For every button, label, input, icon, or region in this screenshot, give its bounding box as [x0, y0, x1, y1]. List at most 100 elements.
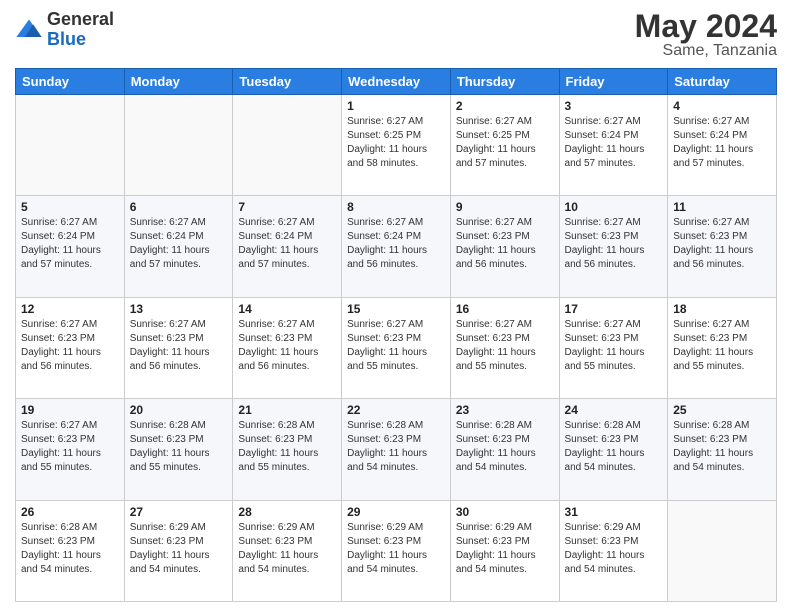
table-row: 21Sunrise: 6:28 AM Sunset: 6:23 PM Dayli…: [233, 399, 342, 500]
table-row: 28 Sunrise: 6:29 AM Sunset: 6:23 PM Dayli…: [233, 500, 342, 601]
day-info: Sunrise: 6:29 AM Sunset: 6:23 PM Dayligh…: [347, 521, 445, 577]
table-row: 25Sunrise: 6:28 AM Sunset: 6:23 PM Dayli…: [668, 399, 777, 500]
logo-icon: [15, 16, 43, 44]
logo-general: General: [47, 9, 114, 29]
day-info: Sunrise: 6:28 AM Sunset: 6:23 PM Dayligh…: [347, 419, 445, 475]
table-row: 18 Sunrise: 6:27 AM Sunset: 6:23 PM Dayli…: [668, 297, 777, 398]
day-info: Sunrise: 6:27 AM Sunset: 6:23 PM Dayligh…: [21, 318, 119, 374]
day-info: Sunrise: 6:27 AM Sunset: 6:23 PM Dayligh…: [130, 318, 228, 374]
day-info: Sunrise: 6:28 AM Sunset: 6:23 PM Dayligh…: [565, 419, 663, 475]
day-number: 31: [565, 505, 663, 519]
table-row: 12 Sunrise: 6:27 AM Sunset: 6:23 PM Dayli…: [16, 297, 125, 398]
day-info: Sunrise: 6:27 AM Sunset: 6:23 PM Dayligh…: [21, 419, 119, 475]
day-number: 7: [238, 200, 336, 214]
table-row: 4Sunrise: 6:27 AM Sunset: 6:24 PM Daylig…: [668, 95, 777, 196]
day-info: Sunrise: 6:28 AM Sunset: 6:23 PM Dayligh…: [21, 521, 119, 577]
day-info: Sunrise: 6:27 AM Sunset: 6:24 PM Dayligh…: [565, 115, 663, 171]
day-number: 1: [347, 99, 445, 113]
day-number: 21: [238, 403, 336, 417]
day-info: Sunrise: 6:27 AM Sunset: 6:25 PM Dayligh…: [347, 115, 445, 171]
week-row-1: 1 Sunrise: 6:27 AM Sunset: 6:25 PM Daylig…: [16, 95, 777, 196]
day-number: 14: [238, 302, 336, 316]
table-row: 16Sunrise: 6:27 AM Sunset: 6:23 PM Dayli…: [450, 297, 559, 398]
day-number: 23: [456, 403, 554, 417]
table-row: [668, 500, 777, 601]
day-info: Sunrise: 6:27 AM Sunset: 6:23 PM Dayligh…: [565, 318, 663, 374]
col-thursday: Thursday: [450, 69, 559, 95]
day-number: 17: [565, 302, 663, 316]
day-number: 5: [21, 200, 119, 214]
day-info: Sunrise: 6:27 AM Sunset: 6:23 PM Dayligh…: [565, 216, 663, 272]
logo: General Blue: [15, 10, 114, 50]
table-row: [233, 95, 342, 196]
table-row: [124, 95, 233, 196]
table-row: 31Sunrise: 6:29 AM Sunset: 6:23 PM Dayli…: [559, 500, 668, 601]
page: General Blue May 2024 Same, Tanzania Sun…: [0, 0, 792, 612]
day-number: 28: [238, 505, 336, 519]
day-info: Sunrise: 6:29 AM Sunset: 6:23 PM Dayligh…: [130, 521, 228, 577]
day-info: Sunrise: 6:27 AM Sunset: 6:23 PM Dayligh…: [456, 216, 554, 272]
col-wednesday: Wednesday: [342, 69, 451, 95]
table-row: 20 Sunrise: 6:28 AM Sunset: 6:23 PM Dayli…: [124, 399, 233, 500]
table-row: 24 Sunrise: 6:28 AM Sunset: 6:23 PM Dayli…: [559, 399, 668, 500]
day-number: 26: [21, 505, 119, 519]
day-info: Sunrise: 6:28 AM Sunset: 6:23 PM Dayligh…: [130, 419, 228, 475]
logo-text: General Blue: [47, 10, 114, 50]
table-row: 9 Sunrise: 6:27 AM Sunset: 6:23 PM Daylig…: [450, 196, 559, 297]
table-row: 2 Sunrise: 6:27 AM Sunset: 6:25 PM Daylig…: [450, 95, 559, 196]
table-row: 8Sunrise: 6:27 AM Sunset: 6:24 PM Daylig…: [342, 196, 451, 297]
table-row: 27 Sunrise: 6:29 AM Sunset: 6:23 PM Dayli…: [124, 500, 233, 601]
table-row: 1 Sunrise: 6:27 AM Sunset: 6:25 PM Daylig…: [342, 95, 451, 196]
day-number: 20: [130, 403, 228, 417]
table-row: 7 Sunrise: 6:27 AM Sunset: 6:24 PM Daylig…: [233, 196, 342, 297]
day-number: 19: [21, 403, 119, 417]
day-number: 13: [130, 302, 228, 316]
day-number: 15: [347, 302, 445, 316]
table-row: 29 Sunrise: 6:29 AM Sunset: 6:23 PM Dayli…: [342, 500, 451, 601]
day-info: Sunrise: 6:27 AM Sunset: 6:24 PM Dayligh…: [238, 216, 336, 272]
day-info: Sunrise: 6:27 AM Sunset: 6:25 PM Dayligh…: [456, 115, 554, 171]
col-saturday: Saturday: [668, 69, 777, 95]
day-number: 12: [21, 302, 119, 316]
day-number: 16: [456, 302, 554, 316]
day-number: 25: [673, 403, 771, 417]
table-row: 6Sunrise: 6:27 AM Sunset: 6:24 PM Daylig…: [124, 196, 233, 297]
table-row: 10 Sunrise: 6:27 AM Sunset: 6:23 PM Dayli…: [559, 196, 668, 297]
week-row-5: 26 Sunrise: 6:28 AM Sunset: 6:23 PM Dayli…: [16, 500, 777, 601]
day-number: 18: [673, 302, 771, 316]
day-number: 9: [456, 200, 554, 214]
calendar: Sunday Monday Tuesday Wednesday Thursday…: [15, 68, 777, 602]
table-row: 15 Sunrise: 6:27 AM Sunset: 6:23 PM Dayli…: [342, 297, 451, 398]
day-number: 29: [347, 505, 445, 519]
day-info: Sunrise: 6:27 AM Sunset: 6:23 PM Dayligh…: [673, 318, 771, 374]
table-row: 19 Sunrise: 6:27 AM Sunset: 6:23 PM Dayli…: [16, 399, 125, 500]
table-row: 14Sunrise: 6:27 AM Sunset: 6:23 PM Dayli…: [233, 297, 342, 398]
header: General Blue May 2024 Same, Tanzania: [15, 10, 777, 60]
day-info: Sunrise: 6:27 AM Sunset: 6:24 PM Dayligh…: [21, 216, 119, 272]
table-row: 23Sunrise: 6:28 AM Sunset: 6:23 PM Dayli…: [450, 399, 559, 500]
week-row-2: 5 Sunrise: 6:27 AM Sunset: 6:24 PM Daylig…: [16, 196, 777, 297]
day-number: 22: [347, 403, 445, 417]
day-number: 4: [673, 99, 771, 113]
day-number: 10: [565, 200, 663, 214]
table-row: 17 Sunrise: 6:27 AM Sunset: 6:23 PM Dayli…: [559, 297, 668, 398]
col-tuesday: Tuesday: [233, 69, 342, 95]
title-block: May 2024 Same, Tanzania: [635, 10, 777, 60]
day-number: 27: [130, 505, 228, 519]
table-row: 22 Sunrise: 6:28 AM Sunset: 6:23 PM Dayli…: [342, 399, 451, 500]
col-sunday: Sunday: [16, 69, 125, 95]
month-title: May 2024: [635, 10, 777, 42]
week-row-3: 12 Sunrise: 6:27 AM Sunset: 6:23 PM Dayli…: [16, 297, 777, 398]
calendar-header-row: Sunday Monday Tuesday Wednesday Thursday…: [16, 69, 777, 95]
day-number: 30: [456, 505, 554, 519]
logo-blue: Blue: [47, 29, 86, 49]
table-row: [16, 95, 125, 196]
day-info: Sunrise: 6:27 AM Sunset: 6:23 PM Dayligh…: [347, 318, 445, 374]
day-info: Sunrise: 6:29 AM Sunset: 6:23 PM Dayligh…: [238, 521, 336, 577]
day-info: Sunrise: 6:27 AM Sunset: 6:23 PM Dayligh…: [673, 216, 771, 272]
day-number: 11: [673, 200, 771, 214]
location: Same, Tanzania: [635, 42, 777, 60]
day-number: 24: [565, 403, 663, 417]
day-number: 2: [456, 99, 554, 113]
col-monday: Monday: [124, 69, 233, 95]
